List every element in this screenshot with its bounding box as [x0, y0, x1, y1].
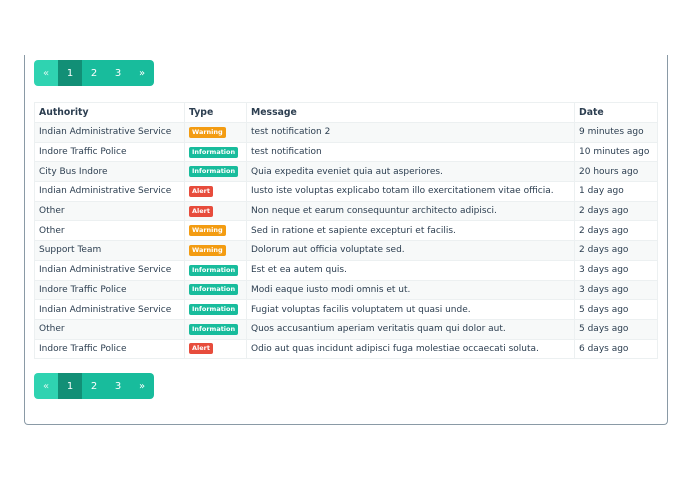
type-badge: Information: [189, 146, 239, 158]
cell-message: test notification 2: [246, 122, 575, 143]
cell-message: Quos accusantium aperiam veritatis quam …: [246, 318, 575, 340]
pagination-bottom: « 1 2 3 »: [34, 373, 154, 399]
table-row: Indian Administrative Service Warning test…: [34, 122, 658, 143]
cell-authority: Indore Traffic Police: [34, 338, 185, 360]
column-header-authority: Authority: [34, 102, 185, 123]
type-badge: Information: [189, 323, 239, 335]
cell-message: Est et ea autem quis.: [246, 259, 575, 281]
cell-message: Fugiat voluptas facilis voluptatem ut qu…: [246, 299, 575, 320]
cell-authority: Indian Administrative Service: [34, 259, 185, 281]
cell-type: Alert: [184, 200, 247, 222]
cell-type: Warning: [184, 240, 247, 261]
pagination-next-button[interactable]: »: [130, 60, 154, 86]
cell-type: Information: [184, 141, 247, 163]
cell-message: Odio aut quas incidunt adipisci fuga mol…: [246, 338, 575, 360]
cell-authority: Indian Administrative Service: [34, 181, 185, 202]
cell-date: 2 days ago: [574, 240, 658, 261]
cell-message: Quia expedita eveniet quia aut asperiore…: [246, 161, 575, 183]
cell-date: 6 days ago: [574, 338, 658, 360]
cell-type: Alert: [184, 181, 247, 202]
table-row: Indore Traffic Police Information test not…: [34, 141, 658, 163]
cell-type: Information: [184, 259, 247, 281]
type-badge: Warning: [189, 244, 226, 256]
type-badge: Information: [189, 166, 239, 178]
type-badge: Alert: [189, 343, 213, 355]
cell-authority: Other: [34, 318, 185, 340]
cell-authority: Other: [34, 220, 185, 242]
cell-authority: Other: [34, 200, 185, 222]
cell-message: Modi eaque iusto modi omnis et ut.: [246, 279, 575, 301]
table-row: Indore Traffic Police Information Modi eaq…: [34, 279, 658, 301]
pagination-next-button[interactable]: »: [130, 373, 154, 399]
type-badge: Alert: [189, 185, 213, 197]
pagination-prev-button[interactable]: «: [34, 60, 58, 86]
table-row: Indian Administrative Service Alert Iusto …: [34, 181, 658, 202]
cell-message: Iusto iste voluptas explicabo totam illo…: [246, 181, 575, 202]
cell-type: Warning: [184, 122, 247, 143]
type-badge: Information: [189, 284, 239, 296]
cell-authority: Indore Traffic Police: [34, 141, 185, 163]
type-badge: Information: [189, 304, 239, 316]
table-row: Other Warning Sed in ratione et sapiente e…: [34, 220, 658, 242]
cell-message: Non neque et earum consequuntur architec…: [246, 200, 575, 222]
cell-authority: Indore Traffic Police: [34, 279, 185, 301]
table-row: Indian Administrative Service Information…: [34, 259, 658, 281]
column-header-date: Date: [574, 102, 658, 123]
pagination-page-3[interactable]: 3: [106, 60, 130, 86]
cell-authority: Indian Administrative Service: [34, 299, 185, 320]
pagination-prev-button[interactable]: «: [34, 373, 58, 399]
cell-message: Dolorum aut officia voluptate sed.: [246, 240, 575, 261]
cell-message: Sed in ratione et sapiente excepturi et …: [246, 220, 575, 242]
column-header-type: Type: [184, 102, 247, 123]
cell-type: Alert: [184, 338, 247, 360]
cell-date: 5 days ago: [574, 299, 658, 320]
cell-authority: Indian Administrative Service: [34, 122, 185, 143]
cell-date: 3 days ago: [574, 279, 658, 301]
pagination-page-2[interactable]: 2: [82, 373, 106, 399]
pagination-page-1[interactable]: 1: [58, 60, 82, 86]
cell-date: 9 minutes ago: [574, 122, 658, 143]
cell-type: Information: [184, 279, 247, 301]
type-badge: Warning: [189, 225, 226, 237]
pagination-page-2[interactable]: 2: [82, 60, 106, 86]
cell-date: 1 day ago: [574, 181, 658, 202]
table-row: Support Team Warning Dolorum aut officia v…: [34, 240, 658, 261]
table-row: City Bus Indore Information Quia expedita …: [34, 161, 658, 183]
column-header-message: Message: [246, 102, 575, 123]
cell-type: Information: [184, 318, 247, 340]
cell-date: 3 days ago: [574, 259, 658, 281]
cell-type: Information: [184, 299, 247, 320]
cell-message: test notification: [246, 141, 575, 163]
pagination-page-3[interactable]: 3: [106, 373, 130, 399]
type-badge: Warning: [189, 126, 226, 138]
pagination-page-1[interactable]: 1: [58, 373, 82, 399]
cell-authority: Support Team: [34, 240, 185, 261]
cell-date: 2 days ago: [574, 220, 658, 242]
pagination-top: « 1 2 3 »: [34, 60, 154, 86]
cell-date: 2 days ago: [574, 200, 658, 222]
table-row: Other Alert Non neque et earum consequuntu…: [34, 200, 658, 222]
cell-type: Information: [184, 161, 247, 183]
cell-date: 5 days ago: [574, 318, 658, 340]
table-row: Indian Administrative Service Information…: [34, 299, 658, 320]
type-badge: Information: [189, 264, 239, 276]
type-badge: Alert: [189, 205, 213, 217]
table-row: Indore Traffic Police Alert Odio aut quas …: [34, 338, 658, 360]
cell-type: Warning: [184, 220, 247, 242]
cell-authority: City Bus Indore: [34, 161, 185, 183]
table-header-row: Authority Type Message Date: [34, 102, 658, 123]
cell-date: 20 hours ago: [574, 161, 658, 183]
table-row: Other Information Quos accusantium aperiam…: [34, 318, 658, 340]
cell-date: 10 minutes ago: [574, 141, 658, 163]
notifications-table: Authority Type Message Date Indian Admin…: [34, 102, 658, 360]
